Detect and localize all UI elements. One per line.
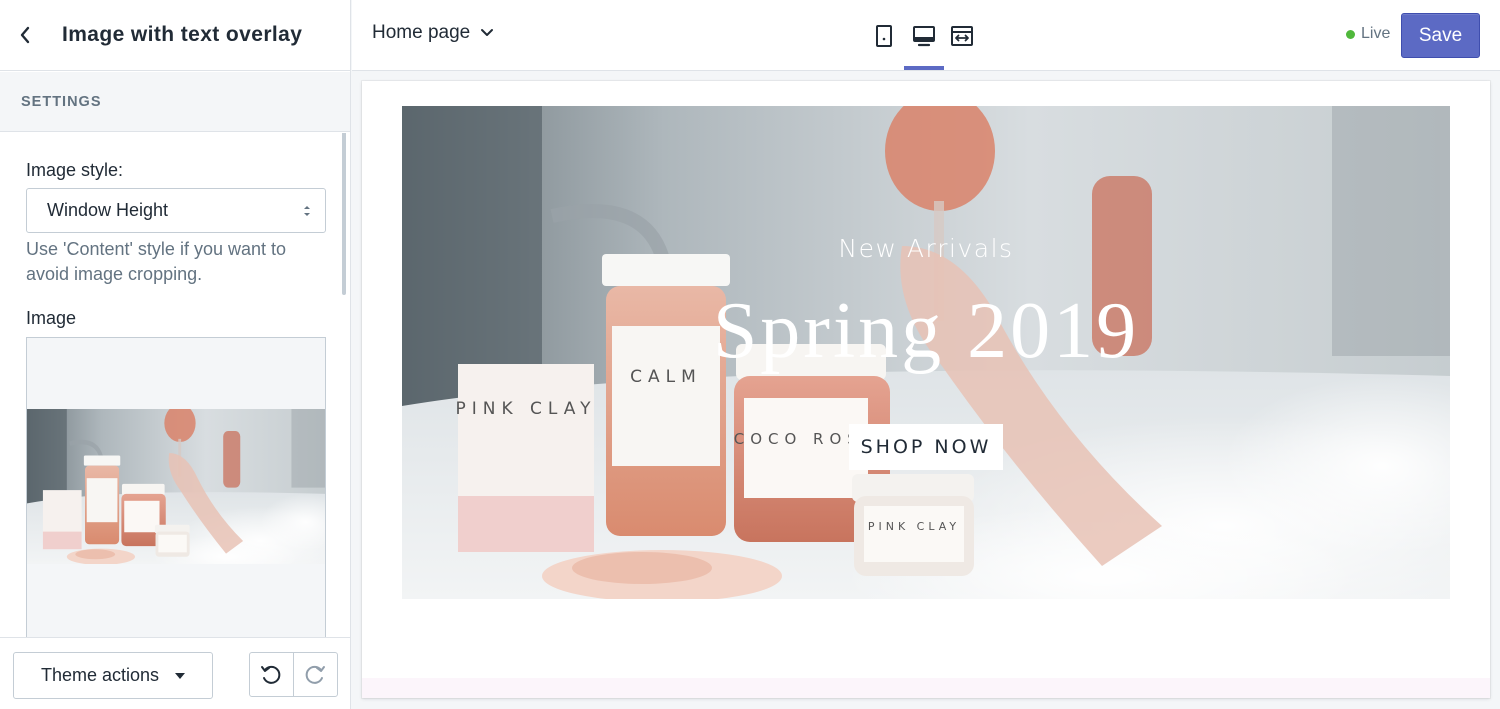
save-button[interactable]: Save — [1401, 13, 1480, 58]
redo-icon — [305, 665, 326, 684]
caret-down-icon — [175, 673, 185, 679]
select-arrows-icon — [304, 206, 310, 216]
sidebar: Image with text overlay SETTINGS Image s… — [0, 0, 351, 709]
scrollbar-thumb[interactable] — [342, 133, 346, 295]
theme-actions-button[interactable]: Theme actions — [13, 652, 213, 699]
live-status: Live — [1346, 25, 1390, 43]
next-section-strip — [362, 678, 1490, 698]
hero-title: Spring 2019 — [712, 287, 1140, 375]
view-desktop-button[interactable] — [904, 18, 944, 54]
view-mobile-button[interactable] — [864, 18, 904, 54]
shop-now-button[interactable]: SHOP NOW — [849, 424, 1003, 470]
image-picker[interactable] — [26, 337, 326, 637]
settings-header: SETTINGS — [0, 72, 350, 132]
active-view-indicator — [904, 66, 944, 70]
live-status-dot — [1346, 29, 1355, 39]
editor-topbar: Home page Live Save — [352, 0, 1500, 71]
section-title: Image with text overlay — [62, 23, 303, 46]
image-style-label: Image style: — [26, 160, 124, 180]
hero-image-section: PINK CLAY CALM COCO ROSE PINK CLAY New A… — [402, 106, 1450, 599]
image-label: Image — [26, 308, 77, 328]
settings-label: SETTINGS — [21, 93, 102, 110]
mobile-icon — [876, 25, 892, 47]
undo-icon — [261, 665, 281, 684]
sidebar-header: Image with text overlay — [0, 0, 350, 71]
desktop-icon — [913, 26, 935, 47]
redo-button[interactable] — [294, 653, 338, 696]
page-selector[interactable]: Home page — [372, 22, 494, 44]
settings-panel[interactable]: Image style: Window Height Use 'Content'… — [0, 133, 350, 637]
chevron-left-icon — [20, 26, 30, 44]
image-thumbnail — [27, 409, 325, 564]
sidebar-footer: Theme actions — [0, 637, 350, 709]
hero-overlay: New Arrivals Spring 2019 SHOP NOW — [402, 106, 1450, 599]
hero-subtitle: New Arrivals — [838, 234, 1014, 263]
full-width-icon — [951, 26, 973, 46]
back-button[interactable] — [0, 0, 50, 71]
undo-redo-group — [249, 652, 338, 697]
image-style-help-text: Use 'Content' style if you want to avoid… — [26, 239, 286, 284]
storefront-preview[interactable]: PINK CLAY CALM COCO ROSE PINK CLAY New A… — [362, 81, 1490, 698]
undo-button[interactable] — [250, 653, 294, 696]
live-status-label: Live — [1361, 25, 1391, 42]
view-fullwidth-button[interactable] — [942, 18, 982, 54]
theme-actions-label: Theme actions — [41, 665, 160, 685]
page-selector-label: Home page — [372, 22, 471, 43]
image-style-select[interactable]: Window Height — [26, 188, 326, 233]
image-style-value: Window Height — [47, 200, 169, 220]
chevron-down-icon — [481, 29, 494, 36]
